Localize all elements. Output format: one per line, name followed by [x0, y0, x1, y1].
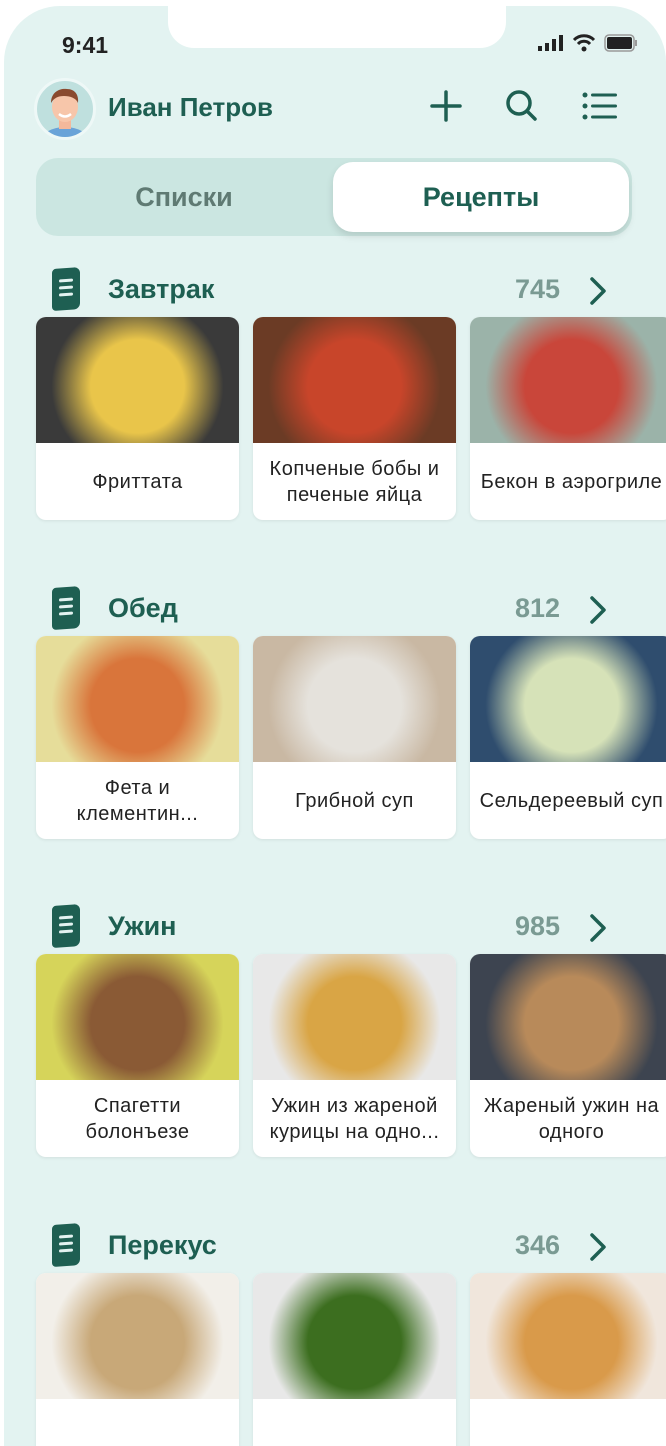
- recipe-name: Ужин из жареной курицы на одно...: [269, 1094, 440, 1143]
- recipe-card[interactable]: Копченые бобы и печеные яйца: [253, 317, 456, 520]
- status-icons: [538, 34, 638, 52]
- battery-icon: [604, 34, 637, 52]
- section-count: 745: [514, 274, 560, 304]
- tab-recipes[interactable]: Рецепты: [333, 162, 629, 232]
- chevron-right-icon[interactable]: [586, 593, 610, 627]
- recipe-book-icon: [52, 1223, 80, 1267]
- recipe-card[interactable]: Фета и клементин...: [36, 636, 239, 839]
- add-icon[interactable]: [426, 86, 466, 126]
- recipe-card[interactable]: [470, 1273, 666, 1446]
- recipe-name: Сельдереевый суп: [479, 789, 664, 812]
- chevron-right-icon[interactable]: [586, 274, 610, 308]
- recipe-name: Копченые бобы и печеные яйца: [269, 457, 440, 506]
- recipe-image: [470, 1273, 666, 1399]
- recipe-image: [470, 954, 666, 1080]
- recipe-book-icon: [52, 904, 80, 948]
- recipe-name: Грибной суп: [295, 789, 414, 812]
- recipe-card[interactable]: Ужин из жареной курицы на одно...: [253, 954, 456, 1157]
- chevron-right-icon[interactable]: [586, 1230, 610, 1264]
- signal-icon: [538, 35, 563, 51]
- recipe-image: [36, 1273, 239, 1399]
- recipe-name: [253, 1399, 456, 1446]
- recipe-book-icon: [52, 267, 80, 311]
- search-icon[interactable]: [502, 86, 542, 126]
- menu-list-icon[interactable]: [580, 86, 620, 126]
- recipe-name: Фриттата: [92, 470, 183, 493]
- section-header[interactable]: Перекус 346: [4, 1223, 666, 1268]
- recipe-card[interactable]: [253, 1273, 456, 1446]
- recipe-card[interactable]: [36, 1273, 239, 1446]
- recipe-book-icon: [52, 586, 80, 630]
- recipe-image: [253, 1273, 456, 1399]
- recipe-card[interactable]: Спагетти болонъезе: [36, 954, 239, 1157]
- recipe-image: [470, 317, 666, 443]
- section-count: 812: [514, 593, 560, 623]
- section-header[interactable]: Ужин 985: [4, 904, 666, 949]
- section-title: Завтрак: [108, 274, 215, 304]
- section-title: Обед: [108, 593, 178, 623]
- wifi-icon: [572, 34, 596, 52]
- recipe-image: [36, 317, 239, 443]
- section-count: 346: [514, 1230, 560, 1260]
- segmented-control: Списки Рецепты: [36, 158, 632, 236]
- recipe-name: [470, 1399, 666, 1446]
- recipe-image: [36, 636, 239, 762]
- recipe-image: [253, 317, 456, 443]
- section-title: Перекус: [108, 1230, 217, 1260]
- recipe-name: Жареный ужин на одного: [483, 1094, 660, 1143]
- app-screen: 9:41 Иван Петров Списки Рецепты Завтрак …: [4, 6, 666, 1446]
- recipe-card[interactable]: Фриттата: [36, 317, 239, 520]
- recipe-image: [470, 636, 666, 762]
- recipe-name: Фета и клементин...: [76, 776, 199, 825]
- section-header[interactable]: Обед 812: [4, 586, 666, 631]
- recipe-image: [36, 954, 239, 1080]
- recipe-card[interactable]: Грибной суп: [253, 636, 456, 839]
- tab-lists[interactable]: Списки: [36, 158, 332, 236]
- recipe-card[interactable]: Сельдереевый суп: [470, 636, 666, 839]
- notch: [168, 6, 506, 48]
- section-title: Ужин: [108, 911, 177, 941]
- recipe-card[interactable]: Жареный ужин на одного: [470, 954, 666, 1157]
- section-header[interactable]: Завтрак 745: [4, 267, 666, 312]
- recipe-card[interactable]: Бекон в аэрогриле: [470, 317, 666, 520]
- recipe-image: [253, 636, 456, 762]
- recipe-name: [36, 1399, 239, 1446]
- section-count: 985: [514, 911, 560, 941]
- avatar[interactable]: [34, 78, 96, 140]
- recipe-name: Бекон в аэрогриле: [480, 470, 663, 493]
- user-name[interactable]: Иван Петров: [108, 92, 273, 123]
- recipe-image: [253, 954, 456, 1080]
- chevron-right-icon[interactable]: [586, 911, 610, 945]
- recipe-name: Спагетти болонъезе: [85, 1094, 190, 1143]
- status-time: 9:41: [62, 32, 109, 58]
